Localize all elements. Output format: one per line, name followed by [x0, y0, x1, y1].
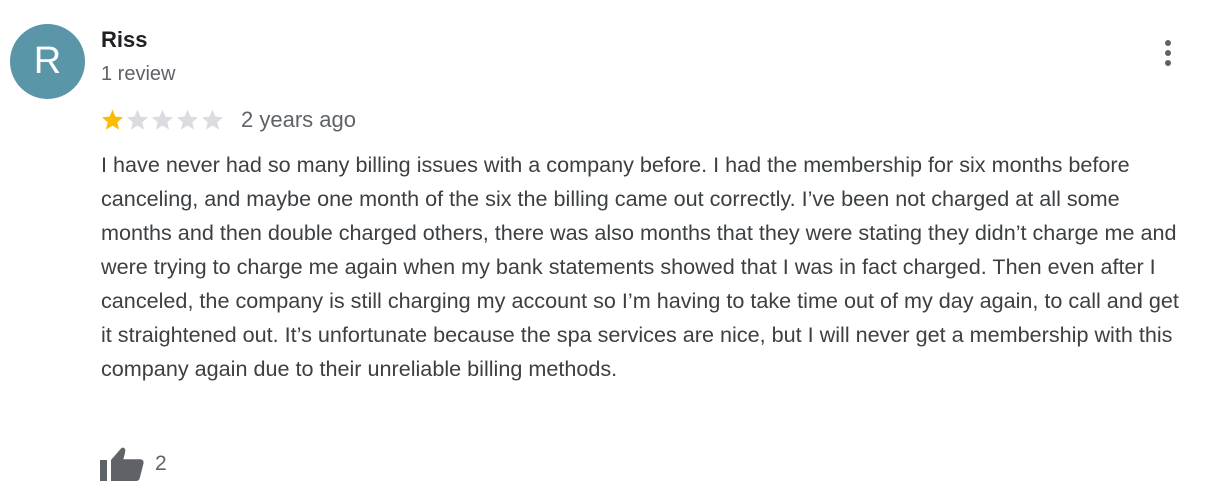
thumbs-up-icon [100, 447, 144, 481]
review-date: 2 years ago [241, 107, 356, 132]
like-button[interactable]: 2 [100, 446, 167, 482]
more-options-button[interactable] [1152, 36, 1184, 72]
like-count: 2 [155, 452, 167, 475]
more-vert-icon [1165, 40, 1171, 66]
star-empty-icon [151, 109, 174, 130]
author-review-count: 1 review [101, 63, 176, 85]
star-empty-icon [126, 109, 149, 130]
rating-row: 2 years ago [100, 105, 356, 135]
star-rating [100, 108, 225, 132]
avatar[interactable]: R [10, 24, 85, 99]
review-text: I have never had so many billing issues … [101, 152, 1179, 381]
star-empty-icon [176, 109, 199, 130]
star-empty-icon [201, 109, 224, 130]
author-name[interactable]: Riss [101, 26, 147, 54]
star-filled-icon [101, 109, 124, 130]
